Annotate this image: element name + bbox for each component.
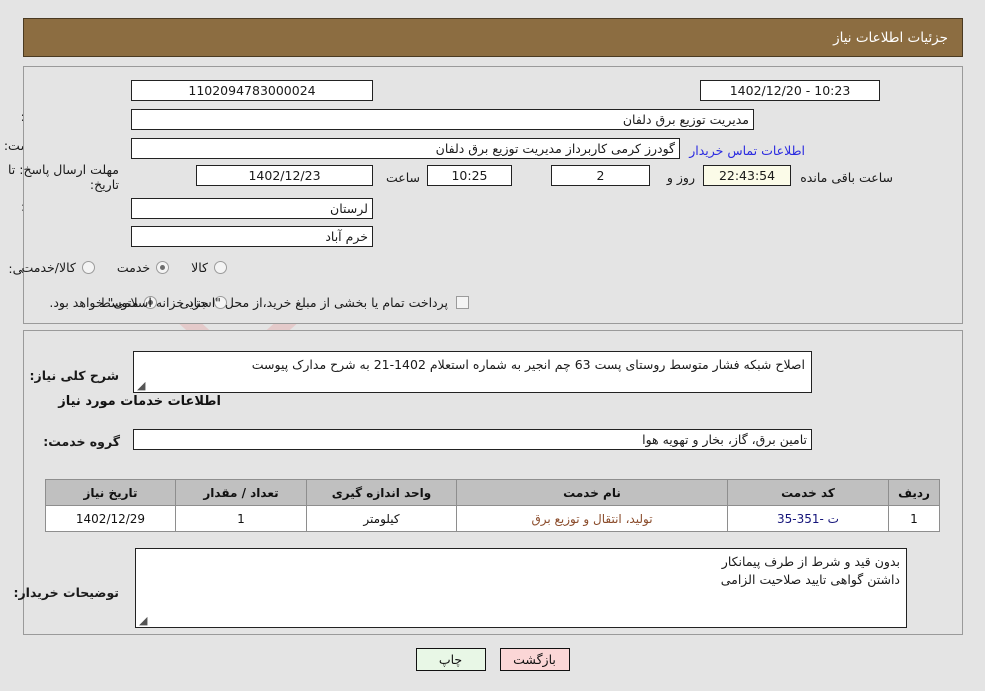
resize-grip-icon-notes[interactable]: ◢ (139, 615, 149, 626)
deadline-label-line2: تاریخ: (89, 177, 119, 192)
buyer-notes-line1: بدون قید و شرط از طرف پیمانکار (721, 554, 900, 569)
category-option-khedmat[interactable]: خدمت (116, 260, 170, 275)
resize-grip-icon[interactable]: ◢ (137, 380, 147, 391)
cell-need-date: 1402/12/29 (45, 505, 176, 532)
need-summary-label: شرح کلی نیاز: (29, 368, 119, 383)
col-service-name: نام خدمت (456, 479, 728, 506)
deadline-label-line1: مهلت ارسال پاسخ: تا (8, 162, 119, 177)
col-quantity: تعداد / مقدار (175, 479, 307, 506)
services-heading: اطلاعات خدمات مورد نیاز (58, 394, 221, 409)
treasury-checkbox-icon[interactable] (456, 296, 469, 309)
table-header-row: ردیف کد خدمت نام خدمت واحد اندازه گیری ت… (45, 479, 940, 506)
cell-row-no: 1 (888, 505, 940, 532)
deadline-days-field[interactable]: 2 (551, 165, 650, 186)
category-option-kala-khedmat-label: کالا/خدمت (21, 260, 76, 275)
service-group-label-row: گروه خدمت: (43, 431, 120, 450)
buyer-org-field[interactable]: مدیریت توزیع برق دلفان (131, 109, 754, 130)
city-field[interactable]: خرم آباد (131, 226, 373, 247)
buyer-notes-label: توضیحات خریدار: (13, 585, 119, 600)
buyer-notes-textarea[interactable]: بدون قید و شرط از طرف پیمانکار داشتن گوا… (135, 548, 907, 628)
page-title: جزئیات اطلاعات نیاز (833, 29, 948, 46)
treasury-checkbox-row[interactable]: پرداخت تمام یا بخشی از مبلغ خرید،از محل … (49, 295, 469, 310)
category-option-kala-label: کالا (191, 260, 208, 275)
buyer-contact-link[interactable]: اطلاعات تماس خریدار (689, 143, 805, 158)
deadline-label-block: مهلت ارسال پاسخ: تا تاریخ: (8, 162, 119, 192)
service-group-label: گروه خدمت: (43, 434, 120, 449)
cell-unit: کیلومتر (306, 505, 457, 532)
buyer-notes-label-row: توضیحات خریدار: (13, 582, 119, 601)
need-summary-label-row: شرح کلی نیاز: (30, 365, 119, 384)
province-field[interactable]: لرستان (131, 198, 373, 219)
cell-quantity: 1 (175, 505, 307, 532)
radio-khedmat-icon[interactable] (156, 261, 170, 274)
need-summary-text: اصلاح شبکه فشار متوسط روستای پست 63 چم ا… (251, 357, 805, 372)
cell-service-name: تولید، انتقال و توزیع برق (456, 505, 728, 532)
action-button-bar: بازگشت چاپ (0, 648, 985, 671)
col-service-code: کد خدمت (727, 479, 889, 506)
table-row[interactable]: 1 ت -351-35 تولید، انتقال و توزیع برق کی… (45, 505, 940, 532)
col-need-date: تاریخ نیاز (45, 479, 176, 506)
radio-kala-khedmat-icon[interactable] (81, 261, 95, 274)
category-option-kala-khedmat[interactable]: کالا/خدمت (21, 260, 95, 275)
deadline-hour-label: ساعت (385, 170, 420, 185)
services-table: ردیف کد خدمت نام خدمت واحد اندازه گیری ت… (45, 479, 940, 532)
col-row-no: ردیف (888, 479, 940, 506)
need-info-panel (23, 66, 963, 324)
deadline-hour-field[interactable]: 10:25 (427, 165, 512, 186)
service-group-field[interactable]: تامین برق، گاز، بخار و تهویه هوا (133, 429, 812, 450)
deadline-countdown-label: ساعت باقی مانده (800, 170, 893, 185)
deadline-days-label: روز و (666, 170, 695, 185)
announce-datetime-field[interactable]: 10:23 - 1402/12/20 (700, 80, 880, 101)
buyer-notes-line2: داشتن گواهی تایید صلاحیت الزامی (720, 572, 900, 587)
print-button[interactable]: چاپ (415, 648, 486, 671)
category-option-khedmat-label: خدمت (116, 260, 151, 275)
need-details-page: V W AriaTender.net جزئیات اطلاعات نیاز ش… (0, 0, 985, 691)
request-creator-field[interactable]: گودرز کرمی کاربرداز مدیریت توزیع برق دلف… (131, 138, 680, 159)
category-options: کالا خدمت کالا/خدمت (0, 260, 227, 275)
cell-service-code: ت -351-35 (727, 505, 889, 532)
back-button[interactable]: بازگشت (499, 648, 570, 671)
need-number-field[interactable]: 1102094783000024 (131, 80, 373, 101)
deadline-countdown-field: 22:43:54 (703, 165, 791, 186)
deadline-date-field[interactable]: 1402/12/23 (196, 165, 373, 186)
treasury-checkbox-label: پرداخت تمام یا بخشی از مبلغ خرید،از محل … (49, 295, 448, 310)
col-unit: واحد اندازه گیری (306, 479, 457, 506)
need-summary-textarea[interactable]: اصلاح شبکه فشار متوسط روستای پست 63 چم ا… (133, 351, 812, 393)
radio-kala-icon[interactable] (214, 261, 227, 274)
page-header: جزئیات اطلاعات نیاز (23, 18, 963, 57)
category-option-kala[interactable]: کالا (191, 260, 227, 275)
